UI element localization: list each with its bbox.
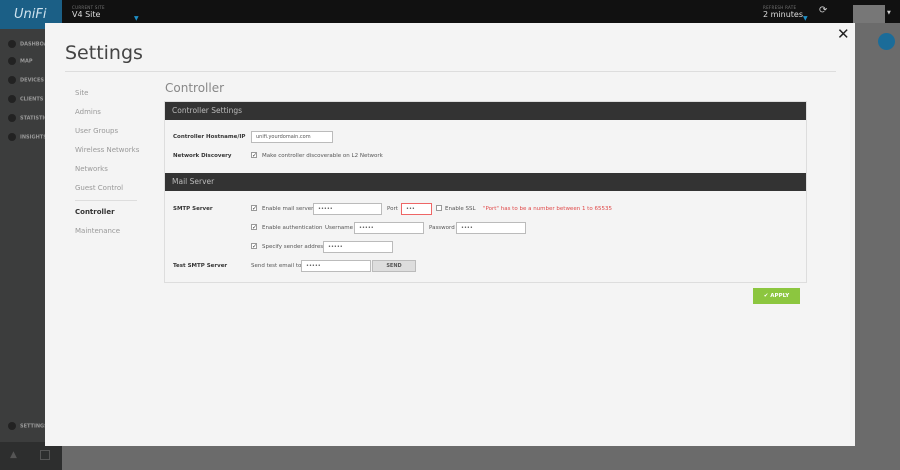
controller-settings-header: Controller Settings — [165, 102, 806, 120]
chevron-down-icon: ▼ — [134, 15, 139, 22]
devices-icon — [8, 76, 16, 84]
apply-button[interactable]: ✔ APPLY — [753, 288, 800, 304]
nav-maintenance[interactable]: Maintenance — [75, 227, 120, 235]
port-error: "Port" has to be a number between 1 to 6… — [483, 206, 612, 212]
nav-user-groups[interactable]: User Groups — [75, 127, 118, 135]
mail-server-header: Mail Server — [165, 173, 806, 191]
port-input[interactable]: ••• — [401, 203, 432, 215]
enable-ssl-checkbox[interactable] — [436, 205, 442, 211]
username-input[interactable]: ••••• — [354, 222, 424, 234]
controller-panel: Controller Settings Controller Hostname/… — [164, 101, 807, 283]
dashboard-icon — [8, 40, 16, 48]
nav-admins[interactable]: Admins — [75, 108, 101, 116]
page-title: Settings — [65, 42, 143, 64]
chevron-down-icon: ▼ — [803, 15, 808, 22]
sidebar-item-insights[interactable]: INSIGHTS — [8, 133, 47, 141]
test-email-input[interactable]: ••••• — [301, 260, 371, 272]
send-button[interactable]: SEND — [372, 260, 416, 272]
close-icon[interactable]: ✕ — [837, 25, 850, 43]
divider — [65, 71, 836, 72]
sidebar-item-devices[interactable]: DEVICES — [8, 76, 44, 84]
nav-wireless-networks[interactable]: Wireless Networks — [75, 146, 139, 154]
hostname-input[interactable]: unifi.yourdomain.com — [251, 131, 333, 143]
nav-guest-control[interactable]: Guest Control — [75, 184, 123, 192]
divider — [75, 200, 137, 201]
settings-modal: ✕ Settings Site Admins User Groups Wirel… — [45, 23, 855, 446]
section-title: Controller — [165, 81, 225, 95]
mail-server-input[interactable]: ••••• — [313, 203, 382, 215]
sender-checkbox[interactable]: ✓ — [251, 243, 257, 250]
map-pin-icon — [8, 57, 16, 65]
top-bar: CURRENT SITE V4 Site ▼ REFRESH RATE 2 mi… — [0, 0, 900, 23]
laptop-icon — [8, 95, 16, 103]
sidebar-item-map[interactable]: MAP — [8, 57, 33, 65]
widget-icon[interactable] — [878, 33, 895, 50]
enable-auth-checkbox[interactable]: ✓ — [251, 224, 257, 231]
nav-networks[interactable]: Networks — [75, 165, 108, 173]
sidebar-bottom-bar: ▲ — [0, 442, 62, 470]
line-chart-icon — [8, 114, 16, 122]
avatar[interactable] — [853, 5, 885, 23]
chat-icon[interactable] — [40, 450, 50, 460]
sidebar-item-settings[interactable]: SETTINGS — [8, 422, 48, 430]
enable-mail-checkbox[interactable]: ✓ — [251, 205, 257, 212]
nav-controller[interactable]: Controller — [75, 208, 115, 216]
site-selector[interactable]: CURRENT SITE V4 Site ▼ — [72, 5, 139, 22]
discovery-checkbox[interactable]: ✓ — [251, 152, 257, 159]
password-input[interactable]: •••• — [456, 222, 526, 234]
sidebar-item-clients[interactable]: CLIENTS — [8, 95, 43, 103]
gear-icon — [8, 422, 16, 430]
refresh-rate-selector[interactable]: REFRESH RATE 2 minutes ▼ — [763, 5, 808, 22]
chevron-down-icon[interactable]: ▼ — [887, 10, 891, 16]
sender-input[interactable]: ••••• — [323, 241, 393, 253]
refresh-icon[interactable]: ⟳ — [819, 5, 827, 16]
alert-icon[interactable]: ▲ — [10, 450, 17, 460]
nav-site[interactable]: Site — [75, 89, 88, 97]
bar-chart-icon — [8, 133, 16, 141]
